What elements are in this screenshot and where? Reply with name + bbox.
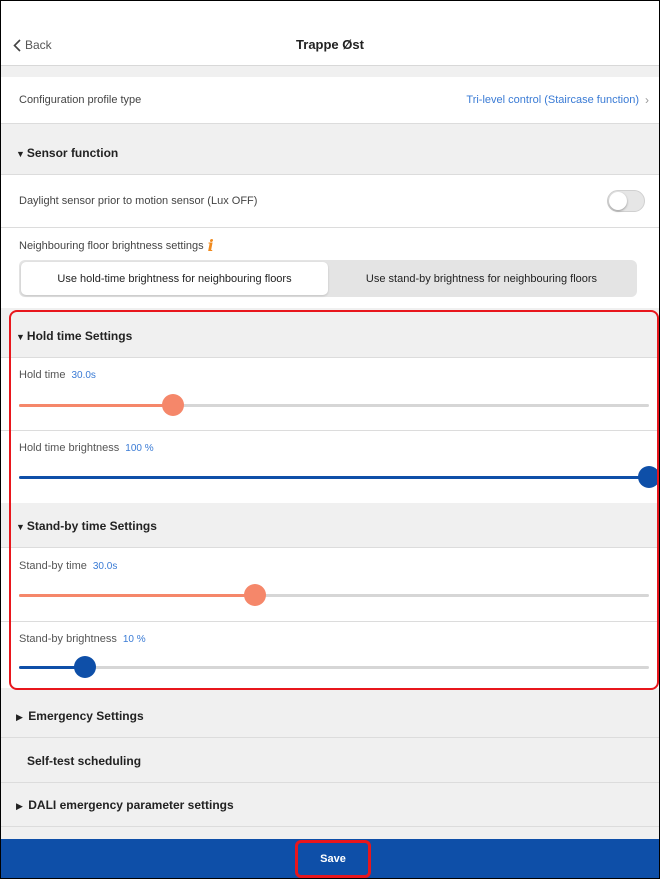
hold-time-brightness-value: 100 % bbox=[125, 443, 154, 454]
neighbouring-floor-label: Neighbouring floor brightness settings bbox=[19, 239, 204, 252]
hold-time-brightness-label: Hold time brightness 100 % bbox=[19, 442, 154, 454]
standby-brightness-label: Stand-by brightness 10 % bbox=[19, 633, 146, 645]
standby-time-label-text: Stand-by time bbox=[19, 560, 87, 572]
standby-time-row: Stand-by time 30.0s bbox=[1, 548, 659, 622]
toggle-knob bbox=[609, 192, 627, 210]
config-profile-value[interactable]: Tri-level control (Staircase function) › bbox=[466, 93, 649, 107]
standby-time-settings-title-text: Stand-by time Settings bbox=[26, 519, 157, 533]
sensor-function-title-text: Sensor function bbox=[26, 146, 119, 160]
triangle-right-icon: ▶ bbox=[16, 712, 23, 722]
hold-time-value: 30.0s bbox=[71, 370, 96, 381]
standby-time-value: 30.0s bbox=[92, 561, 118, 572]
hold-time-label: Hold time 30.0s bbox=[19, 369, 96, 381]
dali-emergency-settings-title-text: DALI emergency parameter settings bbox=[28, 798, 234, 812]
standby-time-settings-header[interactable]: ▼ Stand-by time Settings bbox=[1, 504, 659, 548]
hold-time-brightness-slider[interactable] bbox=[19, 466, 659, 488]
save-button[interactable]: Save bbox=[295, 840, 371, 878]
neighbouring-floor-segmented-control: Use hold-time brightness for neighbourin… bbox=[19, 260, 637, 297]
info-icon[interactable]: i bbox=[208, 236, 214, 255]
standby-time-settings-title: ▼ Stand-by time Settings bbox=[16, 519, 157, 533]
sensor-function-header[interactable]: ▼ Sensor function bbox=[1, 131, 659, 175]
hold-time-slider-fill bbox=[19, 404, 174, 407]
emergency-settings-title-text: Emergency Settings bbox=[28, 709, 144, 723]
dali-emergency-settings-header[interactable]: ▶ DALI emergency parameter settings bbox=[1, 783, 659, 827]
segment-stand-by-brightness[interactable]: Use stand-by brightness for neighbouring… bbox=[328, 262, 635, 295]
standby-time-label: Stand-by time 30.0s bbox=[19, 560, 117, 572]
hold-time-label-text: Hold time bbox=[19, 369, 66, 381]
chevron-right-icon: › bbox=[645, 93, 649, 107]
hold-time-brightness-row: Hold time brightness 100 % bbox=[1, 431, 659, 503]
emergency-settings-header[interactable]: ▶ Emergency Settings bbox=[1, 694, 659, 738]
standby-brightness-label-text: Stand-by brightness bbox=[19, 633, 117, 645]
app-frame: Back Trappe Øst Configuration profile ty… bbox=[0, 0, 660, 879]
hold-time-brightness-label-text: Hold time brightness bbox=[19, 442, 120, 454]
page-title: Trappe Øst bbox=[296, 37, 364, 52]
segment-hold-time-brightness[interactable]: Use hold-time brightness for neighbourin… bbox=[21, 262, 328, 295]
standby-brightness-slider-thumb[interactable] bbox=[74, 656, 97, 678]
hold-time-settings-header[interactable]: ▼ Hold time Settings bbox=[1, 313, 659, 358]
neighbouring-floor-label-wrap: Neighbouring floor brightness settings i bbox=[19, 236, 214, 255]
standby-brightness-row: Stand-by brightness 10 % bbox=[1, 622, 659, 688]
standby-time-slider-thumb[interactable] bbox=[244, 584, 267, 606]
standby-time-slider[interactable] bbox=[19, 584, 649, 606]
daylight-sensor-toggle[interactable] bbox=[607, 190, 645, 212]
hold-time-row: Hold time 30.0s bbox=[1, 358, 659, 431]
hold-time-brightness-slider-fill bbox=[19, 476, 649, 479]
hold-time-brightness-slider-thumb[interactable] bbox=[638, 466, 659, 488]
emergency-settings-title: ▶ Emergency Settings bbox=[16, 709, 144, 723]
nav-bar: Back Trappe Øst bbox=[1, 1, 659, 66]
config-profile-label: Configuration profile type bbox=[19, 94, 142, 106]
hold-time-settings-title: ▼ Hold time Settings bbox=[16, 329, 132, 343]
hold-time-settings-title-text: Hold time Settings bbox=[26, 329, 133, 343]
standby-time-slider-fill bbox=[19, 594, 256, 597]
hold-time-slider[interactable] bbox=[19, 394, 649, 416]
triangle-down-icon: ▼ bbox=[16, 522, 25, 532]
standby-brightness-slider[interactable] bbox=[19, 656, 649, 678]
triangle-down-icon: ▼ bbox=[16, 332, 25, 342]
sensor-function-title: ▼ Sensor function bbox=[16, 146, 118, 160]
triangle-right-icon: ▶ bbox=[16, 801, 23, 811]
daylight-sensor-row: Daylight sensor prior to motion sensor (… bbox=[1, 175, 659, 228]
self-test-scheduling-row[interactable]: Self-test scheduling bbox=[1, 738, 659, 783]
self-test-scheduling-title: Self-test scheduling bbox=[27, 754, 142, 768]
triangle-down-icon: ▼ bbox=[16, 149, 25, 159]
dali-emergency-settings-title: ▶ DALI emergency parameter settings bbox=[16, 798, 234, 812]
standby-brightness-value: 10 % bbox=[122, 634, 146, 645]
config-profile-row[interactable]: Configuration profile type Tri-level con… bbox=[1, 77, 659, 124]
daylight-sensor-label: Daylight sensor prior to motion sensor (… bbox=[19, 195, 258, 207]
hold-time-slider-thumb[interactable] bbox=[162, 394, 185, 416]
config-profile-value-text: Tri-level control (Staircase function) bbox=[466, 94, 639, 106]
